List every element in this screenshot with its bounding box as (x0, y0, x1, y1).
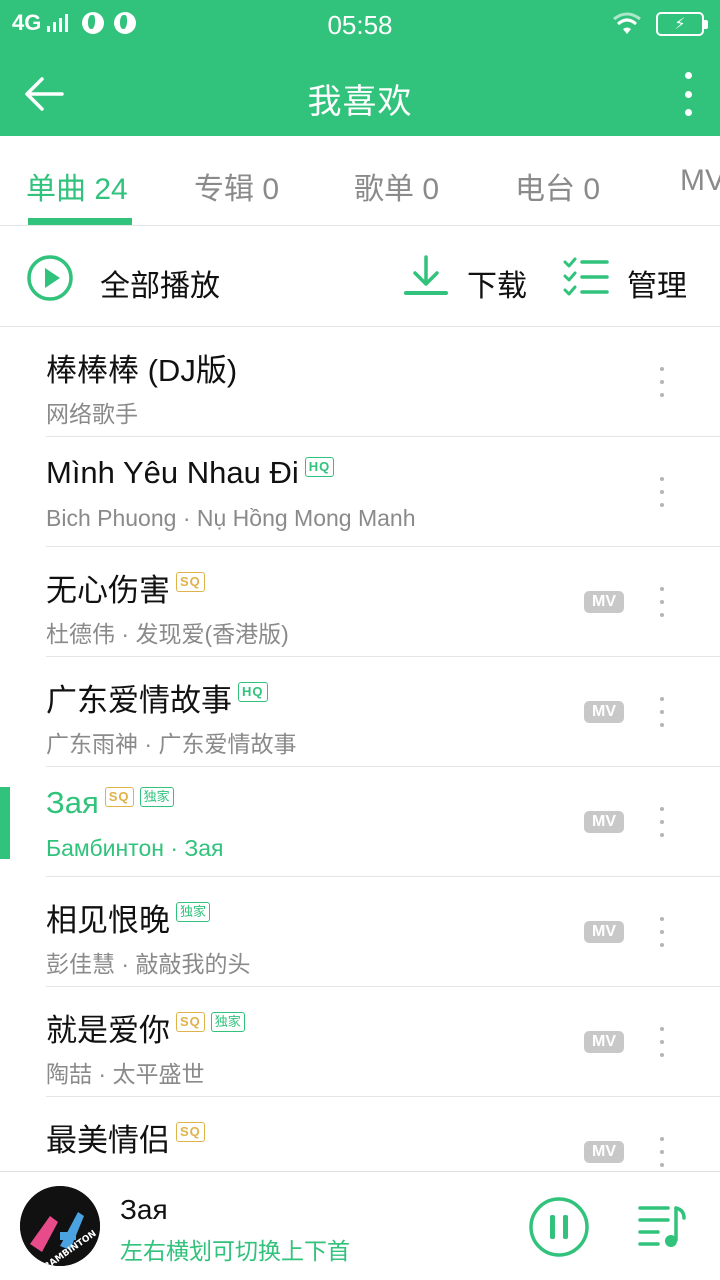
battery-icon: ⚡ (656, 12, 708, 36)
song-subtitle: 网络歌手 (46, 401, 138, 427)
mv-badge[interactable]: MV (584, 811, 624, 833)
song-row[interactable]: 广东爱情故事 HQ 广东雨神 · 广东爱情故事 MV (0, 657, 720, 767)
song-title: 无心伤害 (46, 573, 170, 608)
action-bar: 全部播放 下载 管理 (0, 227, 720, 327)
mv-badge[interactable]: MV (584, 921, 624, 943)
row-more-icon[interactable] (652, 367, 672, 397)
more-menu-icon[interactable] (678, 72, 698, 116)
song-title: 就是爱你 (46, 1013, 170, 1048)
song-subtitle: Bich Phuong · Nụ Hồng Mong Manh (46, 505, 416, 531)
row-more-icon[interactable] (652, 1027, 672, 1057)
swipe-hint: 左右横划可切换上下首 (120, 1238, 350, 1264)
mv-badge[interactable]: MV (584, 701, 624, 723)
page-title: 我喜欢 (307, 83, 413, 121)
playlist-icon[interactable] (638, 1204, 688, 1250)
manage-button[interactable]: 管理 (627, 261, 687, 305)
sq-badge: SQ (176, 1121, 205, 1142)
wifi-icon (613, 12, 641, 34)
song-subtitle: 彭佳慧 · 敲敲我的头 (46, 951, 251, 977)
song-row[interactable]: 无心伤害 SQ 杜德伟 · 发现爱(香港版) MV (0, 547, 720, 657)
row-more-icon[interactable] (652, 1137, 672, 1167)
song-subtitle: Бамбинтон · Зая (46, 835, 224, 861)
sq-badge: SQ (104, 787, 134, 807)
exclusive-badge: 独家 (139, 787, 174, 807)
now-playing-title: Зая (120, 1194, 168, 1225)
mv-badge[interactable]: MV (584, 1141, 624, 1163)
song-subtitle: 广东雨神 · 广东爱情故事 (46, 731, 297, 757)
status-bar: 4G 05:58 ⚡ (0, 0, 720, 52)
song-row[interactable]: 棒棒棒 (DJ版) 网络歌手 (0, 327, 720, 437)
pause-icon[interactable] (528, 1196, 590, 1258)
hq-badge: HQ (304, 457, 335, 477)
download-icon[interactable] (402, 253, 450, 301)
exclusive-badge: 独家 (210, 1011, 245, 1032)
row-more-icon[interactable] (652, 587, 672, 617)
title-bar: 我喜欢 (0, 52, 720, 136)
song-row[interactable]: 最美情侣 SQ MV (0, 1097, 720, 1171)
sq-badge: SQ (176, 571, 205, 592)
status-right: ⚡ (612, 12, 708, 36)
exclusive-badge: 独家 (176, 901, 211, 922)
song-row[interactable]: Mình Yêu Nhau Đi HQ Bich Phuong · Nụ Hồn… (0, 437, 720, 547)
mv-badge[interactable]: MV (584, 1031, 624, 1053)
app-header: 4G 05:58 ⚡ 我喜欢 (0, 0, 720, 136)
active-tab-indicator (28, 218, 132, 225)
song-title: 广东爱情故事 (46, 683, 232, 718)
song-title: 最美情侣 (46, 1123, 170, 1158)
play-circle-icon[interactable] (26, 254, 74, 302)
album-cover[interactable]: BAMBINTON (20, 1186, 100, 1266)
song-title: Mình Yêu Nhau Đi (46, 455, 299, 490)
hq-badge: HQ (238, 681, 268, 702)
song-subtitle: 杜德伟 · 发现爱(香港版) (46, 621, 289, 647)
play-all-button[interactable]: 全部播放 (100, 261, 220, 305)
mini-player[interactable]: BAMBINTON Зая 左右横划可切换上下首 (0, 1171, 720, 1280)
tab-playlists[interactable]: 歌单 0 (354, 164, 439, 208)
download-button[interactable]: 下载 (467, 261, 527, 305)
song-title: 相见恨晚 (46, 903, 170, 938)
tab-mv[interactable]: MV (680, 164, 720, 198)
tab-albums[interactable]: 专辑 0 (194, 164, 279, 208)
category-tabs: 单曲 24 专辑 0 歌单 0 电台 0 MV (0, 136, 720, 226)
tab-radio[interactable]: 电台 0 (515, 164, 600, 208)
mv-badge[interactable]: MV (584, 591, 624, 613)
song-title: 棒棒棒 (DJ版) (46, 353, 238, 388)
row-more-icon[interactable] (652, 477, 672, 507)
row-more-icon[interactable] (652, 807, 672, 837)
sq-badge: SQ (176, 1011, 205, 1032)
song-title: Зая (46, 785, 99, 820)
tab-songs[interactable]: 单曲 24 (26, 164, 128, 208)
song-row[interactable]: 相见恨晚 独家 彭佳慧 · 敲敲我的头 MV (0, 877, 720, 987)
song-row[interactable]: 就是爱你 SQ 独家 陶喆 · 太平盛世 MV (0, 987, 720, 1097)
checklist-icon[interactable] (563, 257, 609, 297)
song-row-now-playing[interactable]: Зая SQ 独家 Бамбинтон · Зая MV (0, 767, 720, 877)
row-more-icon[interactable] (652, 917, 672, 947)
song-list: 棒棒棒 (DJ版) 网络歌手 Mình Yêu Nhau Đi HQ Bich … (0, 327, 720, 1171)
now-playing-indicator (0, 787, 10, 859)
row-more-icon[interactable] (652, 697, 672, 727)
song-subtitle: 陶喆 · 太平盛世 (46, 1061, 205, 1087)
album-art: BAMBINTON (20, 1186, 100, 1266)
